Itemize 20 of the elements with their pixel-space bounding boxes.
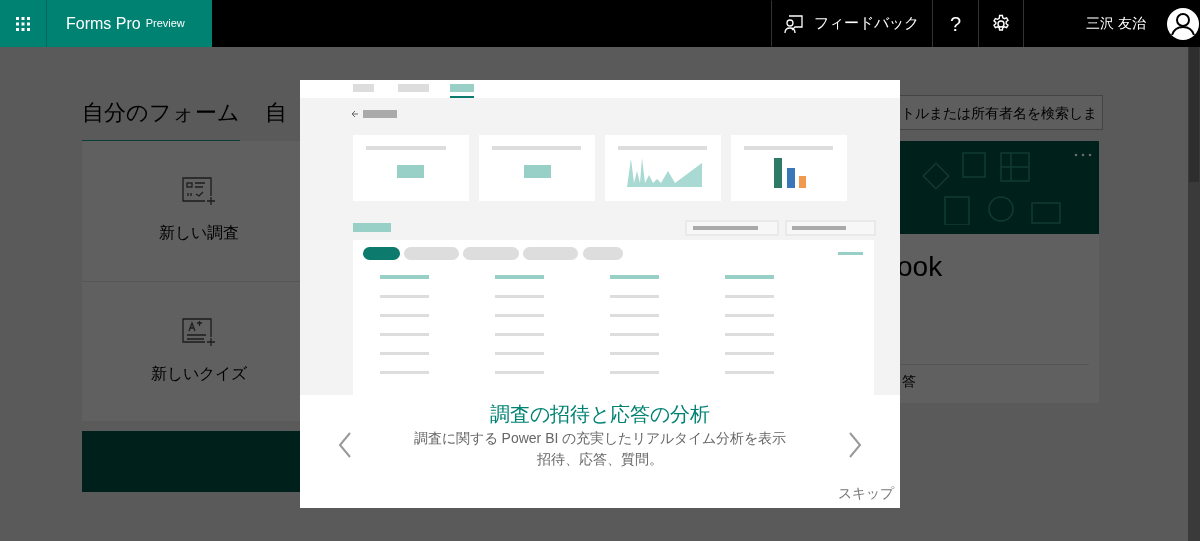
scrollbar[interactable] — [1188, 47, 1200, 541]
next-button[interactable] — [846, 431, 864, 459]
app-title[interactable]: Forms Pro — [66, 11, 141, 36]
tab[interactable]: 自 — [265, 95, 287, 143]
feedback-icon — [784, 13, 805, 34]
slide-title: 調査の招待と応答の分析 — [489, 402, 711, 427]
slide-description: 調査に関する Power BI の充実したリアルタイム分析を表示 — [413, 429, 787, 448]
more-icon[interactable] — [1073, 152, 1093, 158]
settings-icon[interactable] — [991, 13, 1012, 34]
skip-button[interactable]: スキップ — [838, 483, 894, 504]
preview-label: Preview — [145, 16, 185, 32]
previous-button[interactable] — [336, 431, 354, 459]
avatar-icon[interactable] — [1166, 6, 1200, 41]
form-title: ook — [896, 250, 944, 284]
new-form-button[interactable]: 新しい調査 — [82, 141, 316, 281]
app-launcher-icon[interactable] — [15, 15, 31, 32]
help-button[interactable]: ? — [932, 0, 979, 47]
feedback-button[interactable]: フィードバック — [771, 0, 933, 47]
user-name[interactable]: 三沢 友治 — [1086, 13, 1146, 34]
slide-description: 招待、応答、質問。 — [536, 450, 664, 469]
